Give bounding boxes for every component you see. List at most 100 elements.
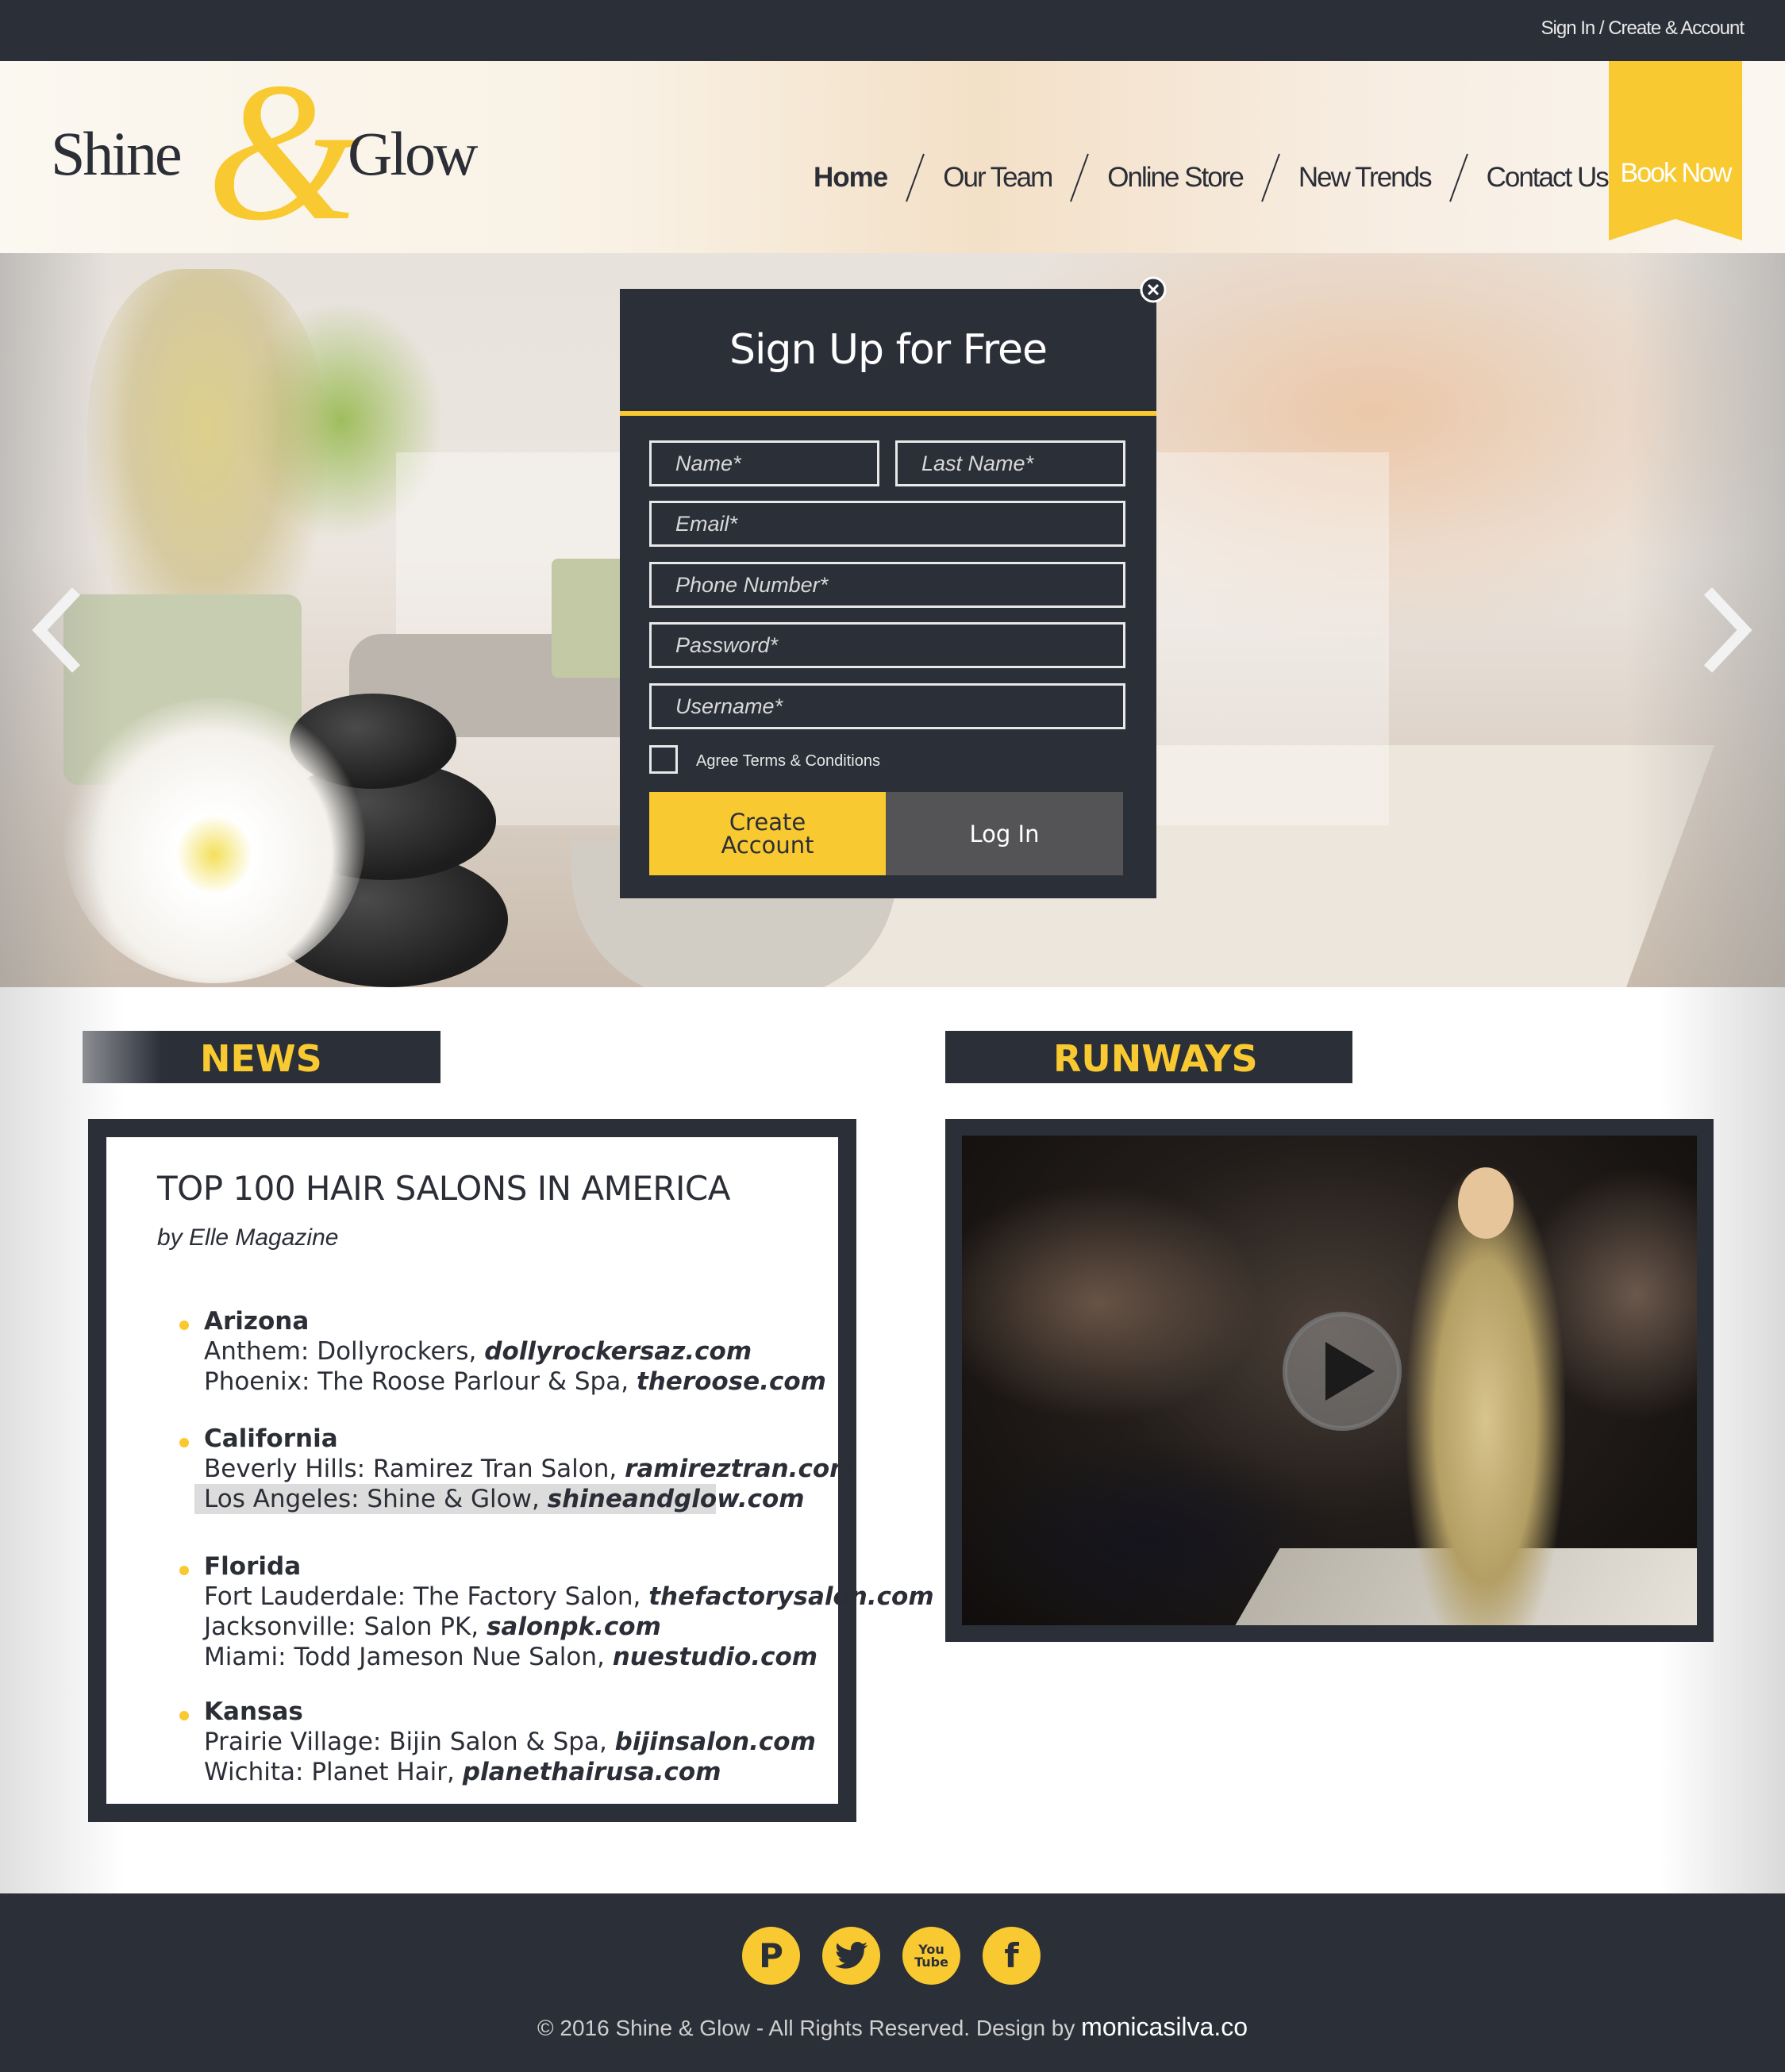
video-model-head <box>1458 1167 1514 1239</box>
logo-ampersand: & <box>206 42 361 262</box>
terms-label: Agree Terms & Conditions <box>696 752 880 770</box>
salon-link[interactable]: nuestudio.com <box>613 1643 817 1671</box>
nav-home[interactable]: Home <box>814 162 888 194</box>
news-state-florida: Florida Fort Lauderdale: The Factory Sal… <box>179 1551 934 1672</box>
salon-text: Prairie Village: Bijin Salon & Spa <box>204 1728 599 1756</box>
runways-tab: RUNWAYS <box>945 1031 1352 1083</box>
bullet-icon <box>179 1566 189 1575</box>
state-name: Kansas <box>204 1697 303 1726</box>
runway-video[interactable] <box>962 1136 1697 1625</box>
last-name-input[interactable] <box>895 440 1125 486</box>
content-section: NEWS RUNWAYS TOP 100 HAIR SALONS IN AMER… <box>0 987 1785 1893</box>
salon-text: Anthem: Dollyrockers <box>204 1337 469 1366</box>
salon-link[interactable]: theroose.com <box>637 1367 826 1396</box>
nav-our-team[interactable]: Our Team <box>943 162 1053 194</box>
logo-word-glow: Glow <box>348 119 478 188</box>
salon-link[interactable]: planethairusa.com <box>463 1758 721 1786</box>
salon-link[interactable]: thefactorysalon.com <box>648 1582 933 1611</box>
youtube-glyph-bottom: Tube <box>914 1954 948 1970</box>
password-input[interactable] <box>649 622 1125 668</box>
nav-contact-us[interactable]: Contact Us <box>1487 162 1610 194</box>
separator: , <box>471 1613 487 1641</box>
email-input[interactable] <box>649 501 1125 547</box>
salon-link[interactable]: shineandglow.com <box>548 1485 805 1513</box>
separator: , <box>447 1758 463 1786</box>
separator: , <box>633 1582 649 1611</box>
nav-divider <box>1260 153 1280 202</box>
facebook-icon[interactable]: f <box>983 1927 1041 1985</box>
salon-text: Wichita: Planet Hair <box>204 1758 448 1786</box>
salon-entry: Beverly Hills: Ramirez Tran Salon, ramir… <box>204 1454 855 1484</box>
state-name: Florida <box>204 1552 302 1581</box>
log-in-button[interactable]: Log In <box>886 792 1123 875</box>
state-name: Arizona <box>204 1307 310 1336</box>
salon-link[interactable]: ramireztran.com <box>625 1455 855 1483</box>
salon-entry: Anthem: Dollyrockers, dollyrockersaz.com <box>204 1336 826 1367</box>
book-now-label: Book Now <box>1620 158 1733 188</box>
salon-text: Jacksonville: Salon PK <box>204 1613 471 1641</box>
separator: , <box>468 1337 485 1366</box>
salon-text: Beverly Hills: Ramirez Tran Salon <box>204 1455 610 1483</box>
nav-divider <box>1448 153 1468 202</box>
news-heading: NEWS <box>200 1037 322 1080</box>
salon-link[interactable]: salonpk.com <box>487 1613 661 1641</box>
signup-title: Sign Up for Free <box>729 326 1048 374</box>
salon-text: Miami: Todd Jameson Nue Salon <box>204 1643 598 1671</box>
salon-link[interactable]: dollyrockersaz.com <box>484 1337 752 1366</box>
logo-word-shine: Shine <box>51 119 183 188</box>
create-account-label: Create Account <box>721 808 814 859</box>
youtube-icon[interactable]: You Tube <box>902 1927 960 1985</box>
designer-credit-link[interactable]: monicasilva.co <box>1081 2012 1248 2041</box>
separator: , <box>609 1455 625 1483</box>
news-card-body: TOP 100 HAIR SALONS IN AMERICA by Elle M… <box>106 1137 934 1804</box>
news-state-california: California Beverly Hills: Ramirez Tran S… <box>179 1424 855 1514</box>
twitter-icon[interactable] <box>822 1927 880 1985</box>
salon-entry: Fort Lauderdale: The Factory Salon, thef… <box>204 1582 934 1612</box>
phone-input[interactable] <box>649 562 1125 608</box>
nav-divider <box>1070 153 1090 202</box>
salon-entry: Jacksonville: Salon PK, salonpk.com <box>204 1612 934 1642</box>
play-icon[interactable] <box>1279 1309 1405 1434</box>
separator: , <box>621 1367 637 1396</box>
nav-divider <box>906 153 925 202</box>
create-account-button[interactable]: Create Account <box>649 792 886 875</box>
slider-prev-arrow-icon[interactable] <box>30 586 86 674</box>
slider-next-arrow-icon[interactable] <box>1698 586 1754 674</box>
salon-entry: Prairie Village: Bijin Salon & Spa, biji… <box>204 1727 816 1757</box>
pinterest-icon[interactable]: P <box>742 1927 800 1985</box>
bullet-icon <box>179 1320 189 1330</box>
salon-entry: Phoenix: The Roose Parlour & Spa, theroo… <box>204 1367 826 1397</box>
runways-heading: RUNWAYS <box>1053 1037 1258 1080</box>
separator: , <box>597 1643 613 1671</box>
separator: , <box>531 1485 548 1513</box>
first-name-input[interactable] <box>649 440 879 486</box>
news-state-arizona: Arizona Anthem: Dollyrockers, dollyrocke… <box>179 1306 826 1397</box>
salon-text: Fort Lauderdale: The Factory Salon <box>204 1582 633 1611</box>
signup-header: Sign Up for Free <box>620 289 1156 416</box>
copyright-text: © 2016 Shine & Glow - All Rights Reserve… <box>537 2016 1082 2040</box>
salon-entry: Miami: Todd Jameson Nue Salon, nuestudio… <box>204 1642 934 1672</box>
main-nav: Home Our Team Online Store New Trends Co… <box>814 152 1610 203</box>
site-footer: P You Tube f © 2016 Shine & Glow - All R… <box>0 1893 1785 2072</box>
nav-new-trends[interactable]: New Trends <box>1298 162 1433 194</box>
salon-text: Los Angeles: Shine & Glow <box>204 1485 532 1513</box>
video-crowd-blur <box>962 1183 1264 1421</box>
news-article-title: TOP 100 HAIR SALONS IN AMERICA <box>157 1169 731 1208</box>
state-name: California <box>204 1424 338 1453</box>
salon-entry-highlighted: Los Angeles: Shine & Glow, shineandglow.… <box>194 1484 805 1514</box>
terms-checkbox[interactable] <box>649 745 678 774</box>
shine-and-glow-logo[interactable]: Shine & Glow <box>51 53 479 252</box>
sign-in-create-account-link[interactable]: Sign In / Create & Account <box>1541 17 1745 40</box>
salon-link[interactable]: bijinsalon.com <box>615 1728 816 1756</box>
separator: , <box>598 1728 615 1756</box>
news-state-kansas: Kansas Prairie Village: Bijin Salon & Sp… <box>179 1697 816 1787</box>
bullet-icon <box>179 1438 189 1447</box>
close-icon[interactable] <box>1140 276 1167 303</box>
copyright: © 2016 Shine & Glow - All Rights Reserve… <box>0 2012 1785 2042</box>
book-now-button[interactable]: Book Now <box>1609 61 1742 240</box>
site-header: Shine & Glow Home Our Team Online Store … <box>0 53 1785 253</box>
nav-online-store[interactable]: Online Store <box>1107 162 1244 194</box>
username-input[interactable] <box>649 683 1125 729</box>
news-card: TOP 100 HAIR SALONS IN AMERICA by Elle M… <box>88 1119 934 1822</box>
social-links: P You Tube f <box>742 1927 1041 1985</box>
